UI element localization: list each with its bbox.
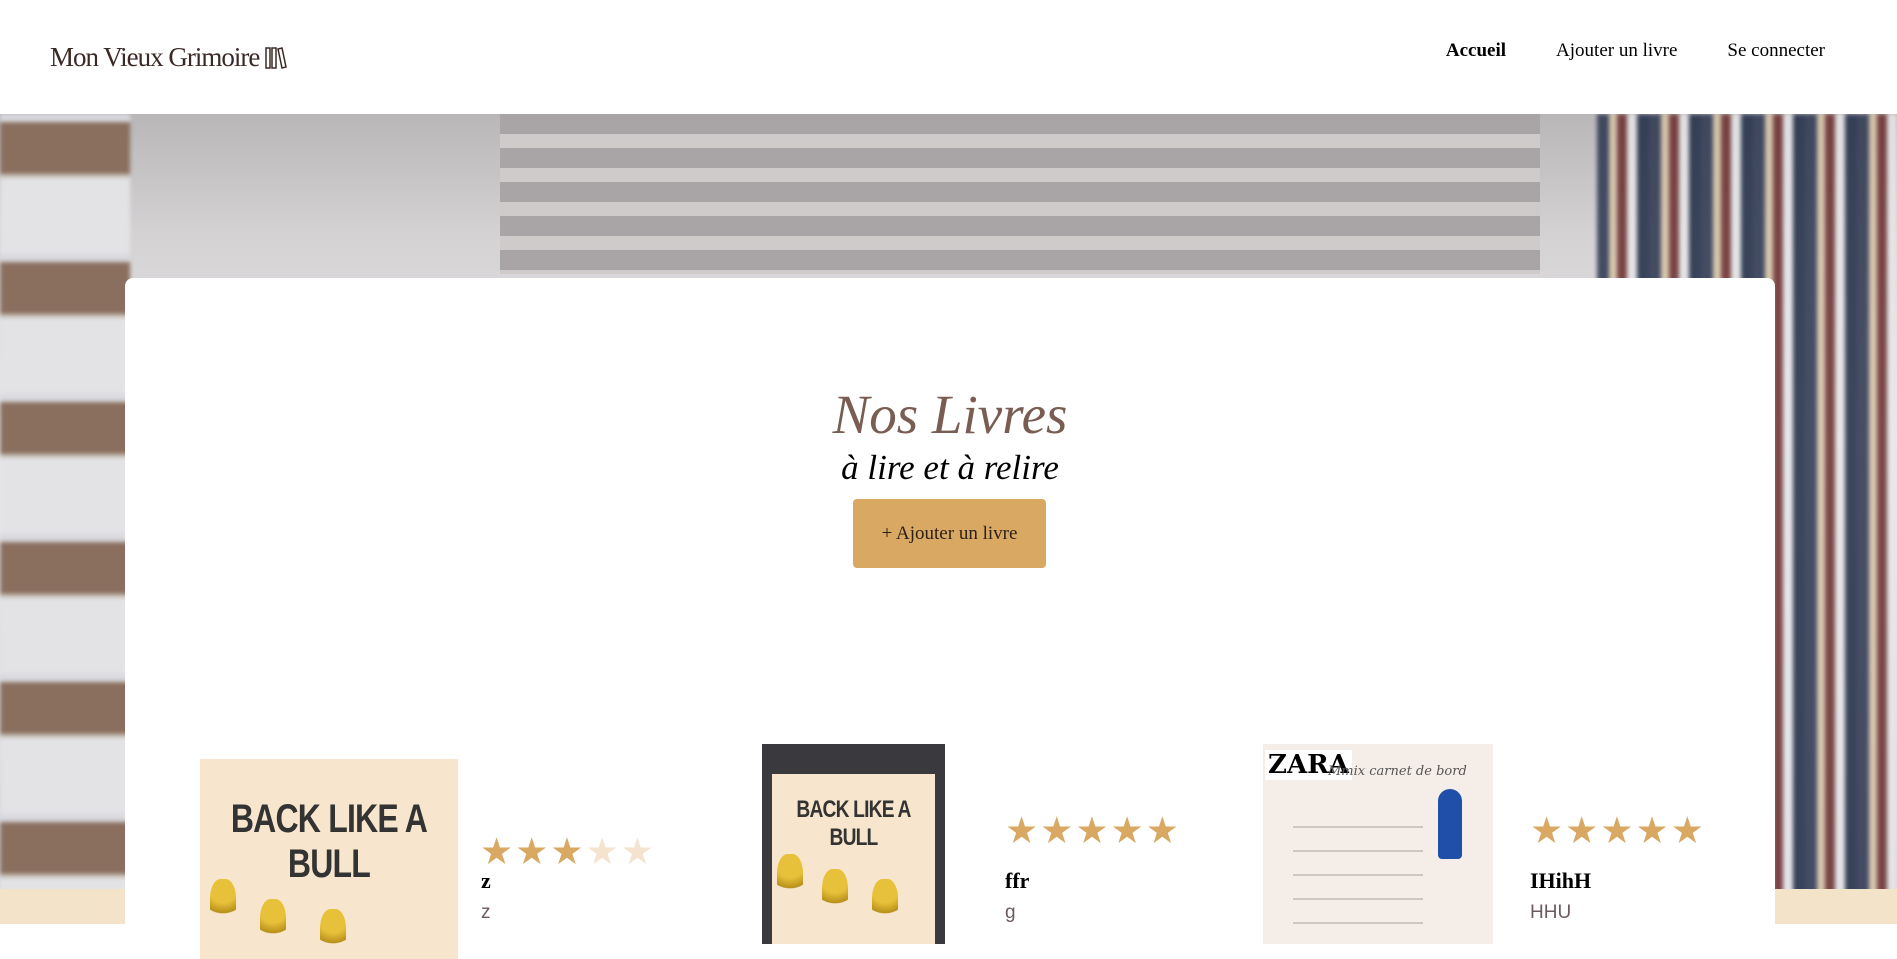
cover-text: BACK LIKE A BULL xyxy=(796,796,911,851)
star-icon: ★ xyxy=(550,832,584,873)
star-icon: ★ xyxy=(620,832,654,873)
book-cover: BACK LIKE A BULL xyxy=(762,744,945,944)
bookshelf-left xyxy=(0,114,130,894)
star-icon: ★ xyxy=(515,832,549,873)
book-author: z xyxy=(481,902,491,923)
star-icon: ★ xyxy=(480,832,514,873)
logo[interactable]: Mon Vieux Grimoire xyxy=(50,42,288,73)
rating-stars: ★ ★ ★ ★ ★ xyxy=(1005,813,1179,850)
rating-stars: ★ ★ ★ ★ ★ xyxy=(1530,813,1704,850)
add-book-button[interactable]: + Ajouter un livre xyxy=(853,499,1046,568)
site-header: Mon Vieux Grimoire Accueil Ajouter un li… xyxy=(0,0,1897,114)
star-icon: ★ xyxy=(1635,811,1669,852)
book-card[interactable]: ZARA Mmix carnet de bord xyxy=(1263,744,1493,944)
star-icon: ★ xyxy=(1670,811,1704,852)
book-author: HHU xyxy=(1530,902,1572,923)
star-icon: ★ xyxy=(1040,811,1074,852)
ceiling-image xyxy=(500,114,1540,274)
main-nav: Accueil Ajouter un livre Se connecter xyxy=(1446,40,1825,62)
cover-title: Mmix carnet de bord xyxy=(1328,764,1467,779)
star-icon: ★ xyxy=(1075,811,1109,852)
book-card[interactable]: BACK LIKE A BULL ★ ★ ★ ★ ★ z z xyxy=(200,744,654,959)
rating-stars: ★ ★ ★ ★ ★ xyxy=(480,834,654,871)
book-cover: ZARA Mmix carnet de bord xyxy=(1263,744,1493,944)
logo-text: Mon Vieux Grimoire xyxy=(50,42,260,72)
nav-ajouter-livre[interactable]: Ajouter un livre xyxy=(1556,40,1677,62)
star-icon: ★ xyxy=(1110,811,1144,852)
books-panel: Nos Livres à lire et à relire + Ajouter … xyxy=(125,278,1775,959)
cover-text: BACK LIKE A BULL xyxy=(230,797,428,886)
books-icon xyxy=(265,46,288,69)
page-subtitle: à lire et à relire xyxy=(841,448,1059,487)
star-icon: ★ xyxy=(1530,811,1564,852)
book-title: ffr xyxy=(1005,868,1030,893)
star-icon: ★ xyxy=(1005,811,1039,852)
book-cover: BACK LIKE A BULL xyxy=(200,759,458,959)
book-author: g xyxy=(1005,902,1016,923)
nav-accueil[interactable]: Accueil xyxy=(1446,40,1506,62)
book-title: z xyxy=(481,868,491,893)
star-icon: ★ xyxy=(1600,811,1634,852)
star-icon: ★ xyxy=(1565,811,1599,852)
star-icon: ★ xyxy=(1145,811,1179,852)
nav-se-connecter[interactable]: Se connecter xyxy=(1727,40,1825,62)
star-icon: ★ xyxy=(585,832,619,873)
page-title: Nos Livres xyxy=(832,384,1068,445)
book-title: IHihH xyxy=(1530,868,1592,893)
book-card[interactable]: BACK LIKE A BULL xyxy=(762,744,945,944)
